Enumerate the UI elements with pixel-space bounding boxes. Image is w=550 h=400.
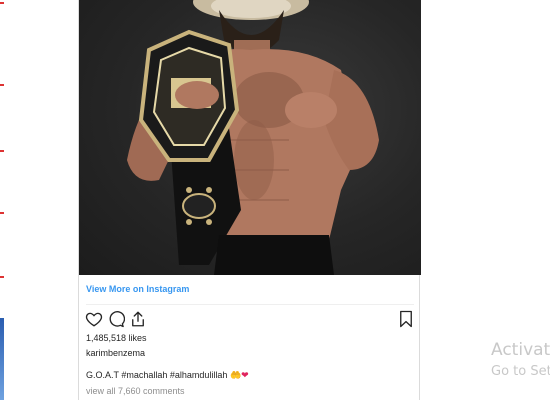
- username-link[interactable]: karimbenzema: [86, 348, 145, 358]
- post-caption: G.O.A.T #machallah #alhamdulillah 🤲❤: [86, 370, 249, 381]
- speech-bubble-icon[interactable]: [106, 309, 126, 329]
- divider: [86, 304, 414, 305]
- left-edge-mark: [0, 2, 4, 4]
- left-edge-image: [0, 318, 4, 400]
- left-edge-mark: [0, 212, 4, 214]
- post-photo[interactable]: [79, 0, 421, 275]
- left-edge-mark: [0, 276, 4, 278]
- left-page-edge: [0, 0, 4, 400]
- left-edge-mark: [0, 150, 4, 152]
- activate-windows-watermark: Activat Go to Set: [491, 340, 550, 381]
- caption-text: G.O.A.T #machallah #alhamdulillah: [86, 370, 228, 380]
- instagram-embed: View More on Instagram 1,485,518 likes k…: [78, 0, 421, 400]
- share-upload-icon[interactable]: [128, 309, 148, 329]
- fighter-with-belt-image: [127, 0, 379, 275]
- view-all-comments-link[interactable]: view all 7,660 comments: [86, 386, 185, 396]
- action-bar: [84, 309, 416, 329]
- watermark-line1: Activat: [491, 340, 550, 360]
- heart-outline-icon[interactable]: [84, 309, 104, 329]
- bookmark-icon[interactable]: [396, 309, 416, 329]
- watermark-line2: Go to Set: [491, 364, 550, 379]
- likes-count[interactable]: 1,485,518 likes: [86, 333, 147, 343]
- browser-page: View More on Instagram 1,485,518 likes k…: [0, 0, 550, 400]
- left-edge-mark: [0, 84, 4, 86]
- caption-emojis: 🤲❤: [229, 370, 249, 380]
- view-more-on-instagram-link[interactable]: View More on Instagram: [86, 284, 189, 294]
